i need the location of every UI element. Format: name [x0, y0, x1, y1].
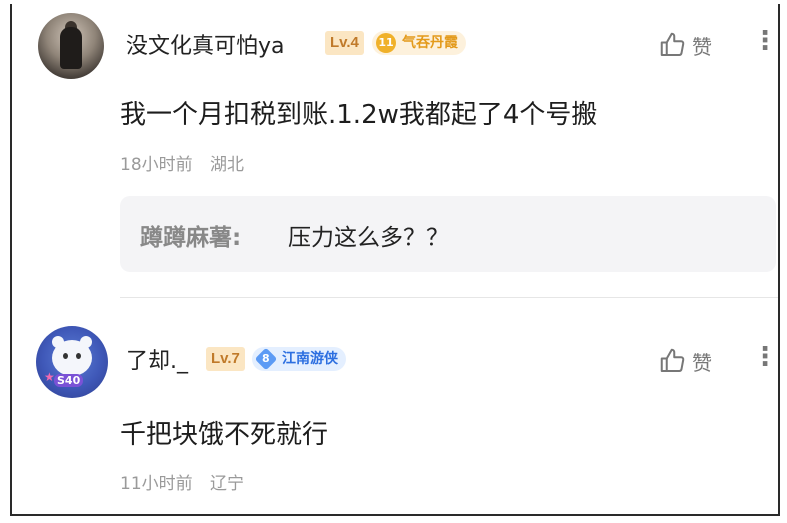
fan-badge-number: 8	[254, 347, 278, 371]
comment-item: 没文化真可怕ya Lv.4 11 气吞丹霞 赞 ⋮ 我一个月扣税到账.1.2w我…	[12, 4, 778, 298]
avatar[interactable]	[38, 13, 104, 79]
avatar-eye	[76, 353, 81, 359]
comment-text: 千把块饿不死就行	[120, 420, 329, 450]
avatar-badge: S40	[54, 374, 84, 387]
avatar[interactable]: ★ S40	[36, 326, 108, 398]
more-vertical-icon[interactable]: ⋮	[752, 344, 778, 370]
comment-location: 湖北	[210, 155, 245, 175]
comment-meta: 11小时前 辽宁	[120, 469, 244, 494]
comment-time: 11小时前	[120, 474, 193, 494]
like-label: 赞	[692, 34, 712, 59]
level-badge: Lv.4	[325, 31, 364, 55]
username[interactable]: 了却._	[126, 343, 188, 375]
comment-text: 我一个月扣税到账.1.2w我都起了4个号搬	[120, 100, 598, 130]
avatar-eye	[63, 353, 68, 359]
fan-badge-number-text: 8	[262, 352, 270, 365]
comment-meta: 18小时前 湖北	[120, 150, 244, 175]
comment-list: 没文化真可怕ya Lv.4 11 气吞丹霞 赞 ⋮ 我一个月扣税到账.1.2w我…	[10, 4, 780, 516]
username[interactable]: 没文化真可怕ya	[126, 28, 285, 60]
thumbs-up-icon	[660, 348, 685, 372]
thumbs-up-icon	[660, 32, 685, 56]
comment-item: ★ S40 了却._ Lv.7 8 江南游侠 赞 ⋮ 千把块饿不死就行 11小时…	[12, 300, 778, 516]
fan-badge-number: 11	[376, 33, 396, 53]
fan-badge[interactable]: 8 江南游侠	[252, 347, 346, 371]
like-button[interactable]: 赞	[658, 30, 712, 60]
fan-badge-name: 江南游侠	[282, 351, 338, 367]
avatar-figure	[60, 27, 82, 69]
like-label: 赞	[692, 350, 712, 375]
fan-badge-name: 气吞丹霞	[402, 35, 458, 51]
level-badge: Lv.7	[206, 347, 245, 371]
fan-badge[interactable]: 11 气吞丹霞	[372, 31, 466, 55]
divider	[120, 297, 778, 298]
comment-time: 18小时前	[120, 155, 193, 175]
reply-preview[interactable]: 蹲蹲麻薯: 压力这么多？？	[120, 196, 776, 272]
reply-author[interactable]: 蹲蹲麻薯:	[140, 218, 241, 252]
comment-location: 辽宁	[210, 474, 245, 494]
avatar-bear	[52, 340, 92, 376]
like-button[interactable]: 赞	[658, 346, 712, 376]
more-vertical-icon[interactable]: ⋮	[752, 28, 778, 54]
reply-text: 压力这么多？？	[288, 225, 449, 251]
